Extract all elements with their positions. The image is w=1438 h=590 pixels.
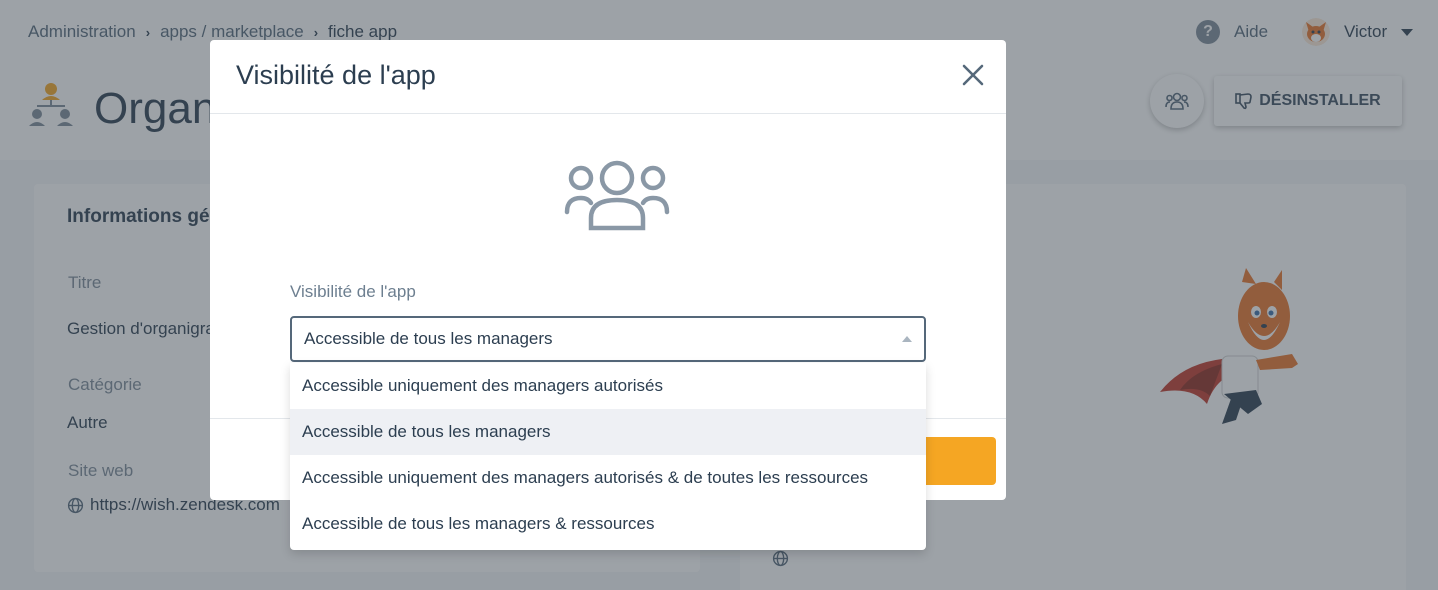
visibility-option[interactable]: Accessible uniquement des managers autor…	[290, 363, 926, 409]
visibility-field-label: Visibilité de l'app	[290, 282, 416, 301]
modal-header: Visibilité de l'app	[210, 40, 1006, 114]
caret-up-icon	[902, 336, 912, 342]
confirm-button[interactable]	[916, 437, 996, 485]
modal-title: Visibilité de l'app	[236, 60, 436, 90]
visibility-option[interactable]: Accessible uniquement des managers autor…	[290, 455, 926, 501]
visibility-option-selected[interactable]: Accessible de tous les managers	[290, 409, 926, 455]
visibility-select[interactable]: Accessible de tous les managers	[290, 316, 926, 362]
users-icon	[564, 160, 670, 231]
close-icon[interactable]	[960, 62, 986, 88]
visibility-dropdown: Accessible uniquement des managers autor…	[290, 363, 926, 550]
visibility-select-value: Accessible de tous les managers	[304, 329, 553, 348]
visibility-option[interactable]: Accessible de tous les managers & ressou…	[290, 501, 926, 547]
